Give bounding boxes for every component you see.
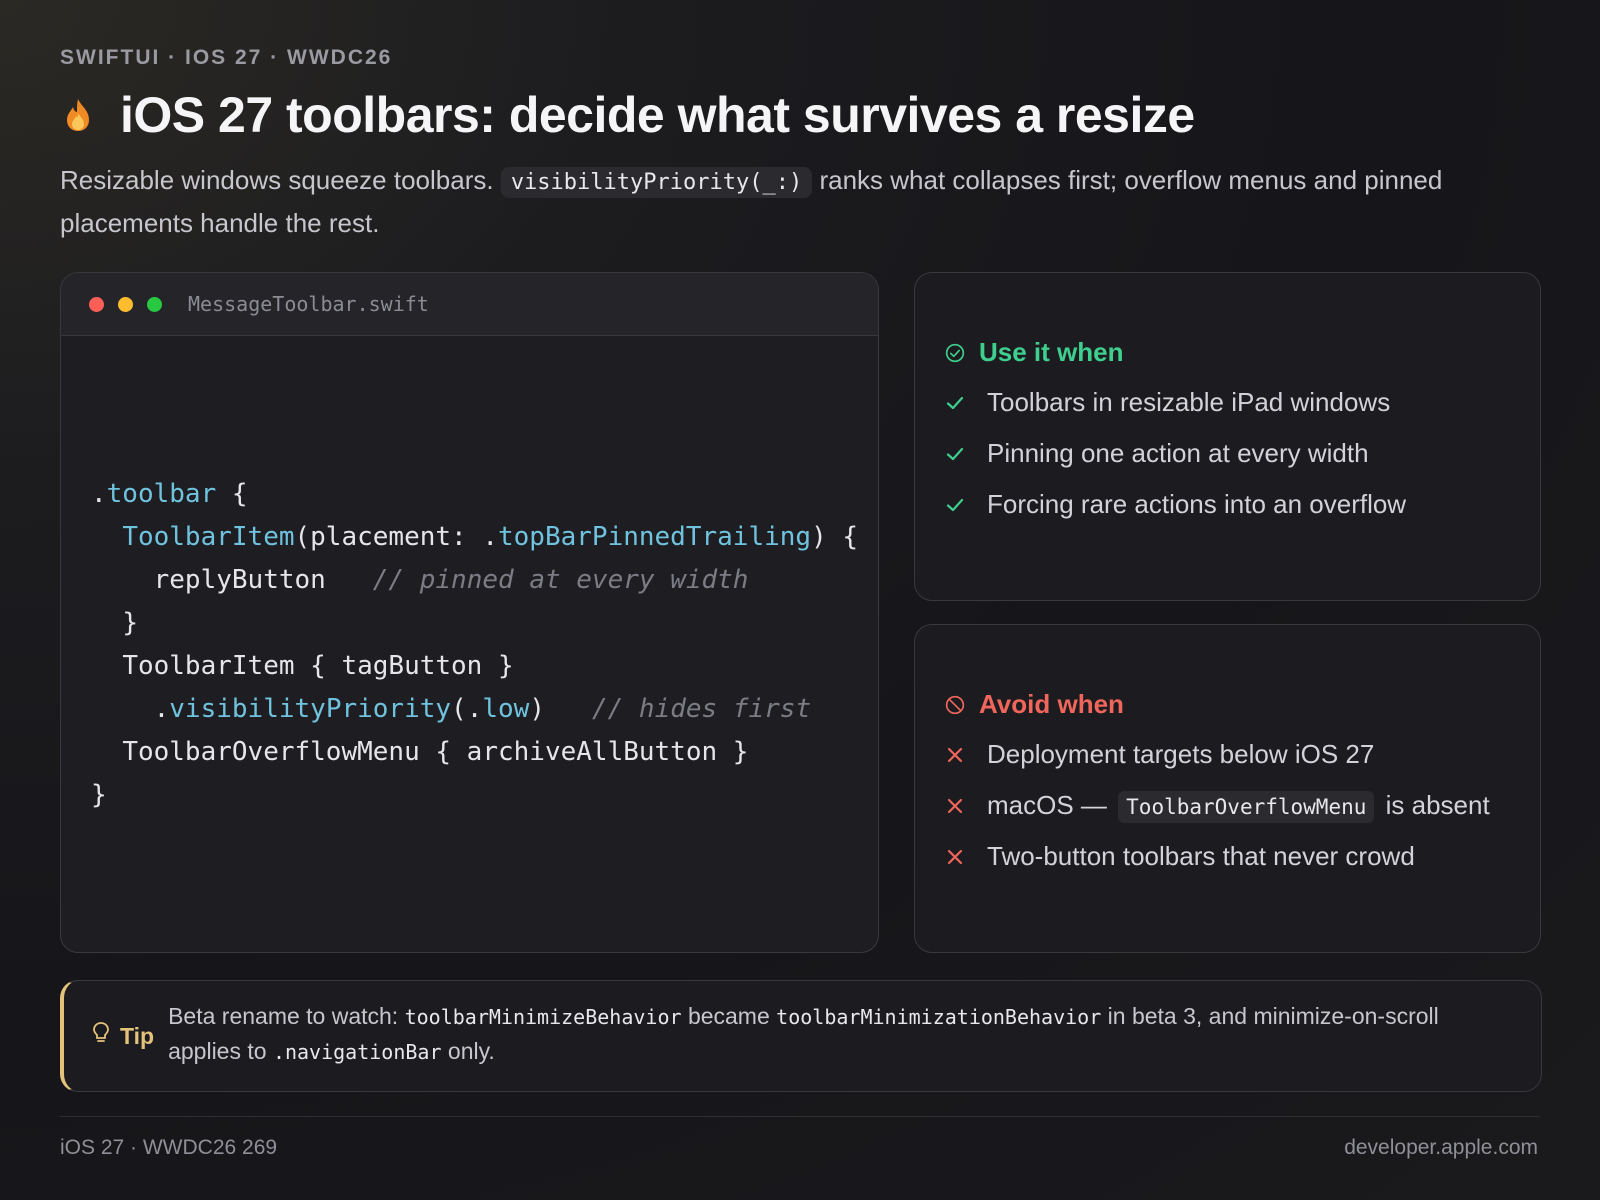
editor-filename: MessageToolbar.swift xyxy=(188,292,429,316)
code-line: ToolbarItem { tagButton } xyxy=(122,651,514,681)
code-line: .toolbar { xyxy=(91,479,248,509)
cross-icon xyxy=(945,847,965,867)
check-icon xyxy=(945,495,965,515)
check-icon xyxy=(945,393,965,413)
list-item: Two-button toolbars that never crowd xyxy=(945,831,1490,882)
list-item: Deployment targets below iOS 27 xyxy=(945,729,1490,780)
check-circle-icon xyxy=(945,343,965,363)
tip-label: Tip xyxy=(92,1003,154,1069)
footer-session: iOS 27 · WWDC26 269 xyxy=(60,1136,278,1159)
cross-icon xyxy=(945,796,965,816)
inline-code: ToolbarOverflowMenu xyxy=(1118,791,1375,823)
code-line: } xyxy=(122,608,138,638)
footer-divider xyxy=(60,1116,1540,1117)
use-card-title: Use it when xyxy=(979,337,1124,367)
zoom-dot[interactable] xyxy=(147,296,162,312)
lightbulb-icon xyxy=(92,1021,110,1051)
code-line: } xyxy=(91,780,107,810)
minimize-dot[interactable] xyxy=(118,296,133,312)
lede-text: Resizable windows squeeze toolbars. xyxy=(60,165,494,195)
lede-code: visibilityPriority(_:) xyxy=(500,167,813,198)
cross-icon xyxy=(945,745,965,765)
avoid-card-title: Avoid when xyxy=(979,689,1124,719)
eyebrow: SWIFTUI · IOS 27 · WWDC26 xyxy=(60,46,393,69)
lede: Resizable windows squeeze toolbars. visi… xyxy=(60,160,1550,243)
avoid-card-header: Avoid when xyxy=(945,689,1124,720)
code-line: ToolbarOverflowMenu { archiveAllButton } xyxy=(122,737,749,767)
code-block: .toolbar { ToolbarItem(placement: .topBa… xyxy=(91,473,858,817)
code-line: .visibilityPriority(.low) // hides first xyxy=(153,694,812,724)
flame-icon xyxy=(60,95,96,135)
prohibited-icon xyxy=(945,695,965,715)
use-card-header: Use it when xyxy=(945,337,1123,368)
close-dot[interactable] xyxy=(89,296,104,312)
list-item: Toolbars in resizable iPad windows xyxy=(945,377,1406,428)
code-editor: MessageToolbar.swift .toolbar { ToolbarI… xyxy=(60,272,879,953)
list-item: Pinning one action at every width xyxy=(945,428,1406,479)
use-list: Toolbars in resizable iPad windows Pinni… xyxy=(945,377,1406,530)
list-item: macOS — ToolbarOverflowMenu is absent xyxy=(945,780,1490,831)
page-title: iOS 27 toolbars: decide what survives a … xyxy=(120,87,1195,143)
list-item: Forcing rare actions into an overflow xyxy=(945,479,1406,530)
footer-source-link[interactable]: developer.apple.com xyxy=(1344,1136,1538,1160)
avoid-when-card: Avoid when Deployment targets below iOS … xyxy=(914,624,1541,953)
editor-titlebar: MessageToolbar.swift xyxy=(61,273,878,336)
tip-callout: Tip Beta rename to watch: toolbarMinimiz… xyxy=(60,980,1542,1092)
code-line: replyButton // pinned at every width xyxy=(153,565,749,595)
use-it-when-card: Use it when Toolbars in resizable iPad w… xyxy=(914,272,1541,601)
page-title-row: iOS 27 toolbars: decide what survives a … xyxy=(60,86,1195,144)
avoid-list: Deployment targets below iOS 27 macOS — … xyxy=(945,729,1490,882)
code-line: ToolbarItem(placement: .topBarPinnedTrai… xyxy=(122,522,859,552)
tip-text: Beta rename to watch: toolbarMinimizeBeh… xyxy=(168,1003,1439,1064)
check-icon xyxy=(945,444,965,464)
